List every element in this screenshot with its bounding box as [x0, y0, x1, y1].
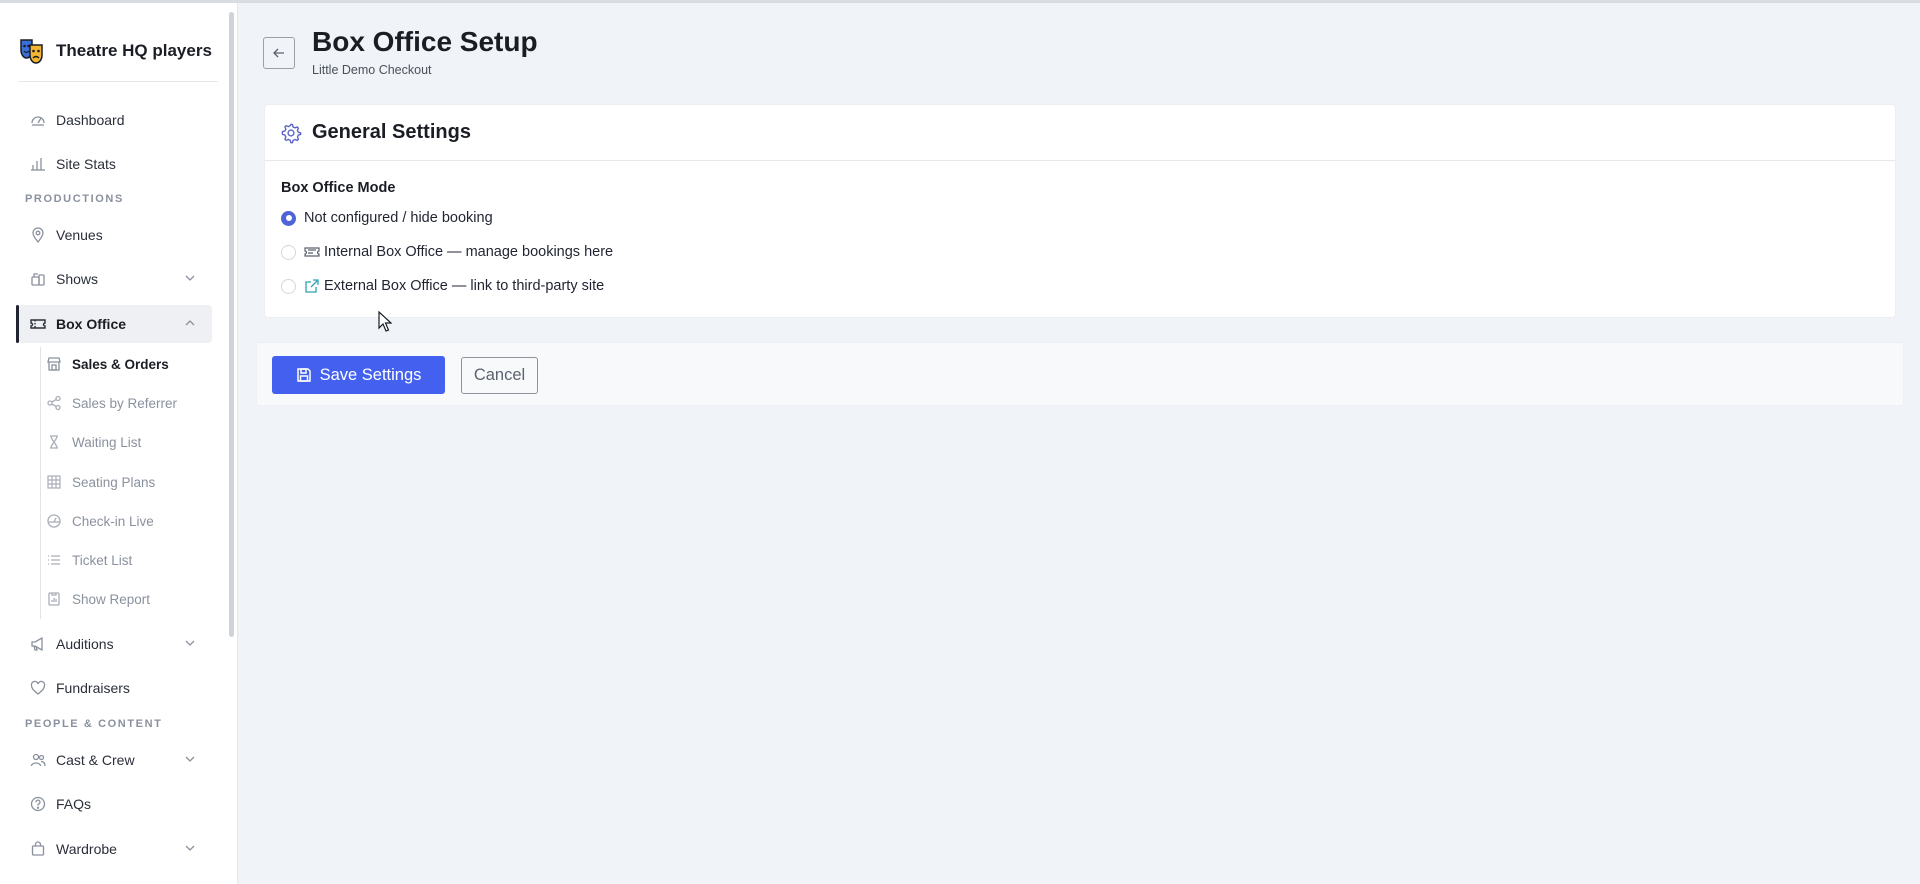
section-label-people-content: PEOPLE & CONTENT: [25, 718, 163, 730]
sidebar-item-label: Site Stats: [56, 156, 116, 172]
sidebar-subitem-waiting-list[interactable]: Waiting List: [46, 425, 216, 459]
chevron-up-icon: [185, 320, 195, 326]
radio-label: Not configured / hide booking: [304, 210, 493, 226]
sidebar-item-label: Venues: [56, 227, 103, 243]
radio-external-box-office[interactable]: [281, 278, 296, 294]
sidebar-subitem-label: Check-in Live: [72, 513, 154, 529]
sidebar-subitem-label: Sales by Referrer: [72, 395, 178, 411]
sidebar-item-label: Dashboard: [56, 112, 125, 128]
chevron-down-icon: [185, 640, 195, 646]
chevron-down-icon: [185, 756, 195, 762]
chevron-down-icon: [185, 275, 195, 281]
card-header: General Settings: [265, 105, 1895, 161]
bar-chart-icon: [30, 156, 46, 172]
box-office-mode-label: Box Office Mode: [281, 180, 396, 196]
sidebar-subitem-label: Sales & Orders: [72, 356, 169, 372]
store-icon: [46, 356, 62, 372]
chevron-down-icon: [185, 845, 195, 851]
question-icon: [30, 796, 46, 812]
sidebar-item-shows[interactable]: Shows: [18, 260, 212, 298]
list-icon: [46, 552, 62, 568]
sidebar-subitem-ticket-list[interactable]: Ticket List: [46, 543, 216, 577]
brand[interactable]: Theatre HQ players: [18, 37, 212, 65]
save-settings-label: Save Settings: [319, 365, 422, 384]
sidebar-subitem-label: Seating Plans: [72, 474, 156, 490]
sidebar: Theatre HQ players Dashboard Site Stats …: [0, 3, 238, 884]
brand-divider: [18, 81, 218, 82]
radio-option-internal-box-office[interactable]: Internal Box Office — manage bookings he…: [281, 244, 613, 260]
sidebar-item-venues[interactable]: Venues: [18, 216, 212, 254]
sidebar-item-label: Fundraisers: [56, 680, 130, 696]
sidebar-subitem-show-report[interactable]: Show Report: [46, 582, 216, 616]
sidebar-subitem-label: Ticket List: [72, 552, 133, 568]
bag-icon: [30, 841, 46, 857]
radio-label: External Box Office — link to third-part…: [324, 278, 605, 294]
sidebar-item-site-stats[interactable]: Site Stats: [18, 145, 212, 183]
gear-icon: [281, 123, 302, 143]
dashboard-icon: [30, 112, 46, 128]
sidebar-item-label: Wardrobe: [56, 841, 117, 857]
card-title: General Settings: [312, 121, 471, 143]
radio-option-not-configured[interactable]: Not configured / hide booking: [281, 210, 493, 226]
sidebar-item-dashboard[interactable]: Dashboard: [18, 101, 212, 139]
sidebar-item-cast-crew[interactable]: Cast & Crew: [18, 741, 212, 779]
sidebar-item-label: FAQs: [56, 796, 92, 812]
window-top-border: [0, 0, 1920, 3]
submenu-guide-line: [40, 347, 41, 619]
cancel-button[interactable]: Cancel: [461, 357, 538, 394]
save-settings-button[interactable]: Save Settings: [272, 356, 445, 394]
map-pin-icon: [30, 227, 46, 243]
sidebar-subitem-label: Waiting List: [72, 434, 142, 450]
report-icon: [46, 591, 62, 607]
sidebar-scrollbar[interactable]: [229, 12, 234, 637]
sidebar-item-box-office[interactable]: Box Office: [16, 305, 212, 343]
sidebar-item-label: Box Office: [56, 316, 127, 332]
ticket-icon: [304, 244, 320, 260]
people-icon: [30, 271, 46, 287]
save-icon: [296, 368, 311, 382]
back-button[interactable]: [263, 37, 295, 69]
sidebar-subitem-check-in-live[interactable]: Check-in Live: [46, 504, 216, 538]
sidebar-item-auditions[interactable]: Auditions: [18, 625, 212, 663]
heart-icon: [30, 680, 46, 696]
people-icon: [30, 752, 46, 768]
ticket-icon: [30, 316, 46, 332]
arrow-left-icon: [273, 48, 284, 58]
radio-label: Internal Box Office — manage bookings he…: [324, 244, 614, 260]
share-icon: [46, 395, 62, 411]
external-link-icon: [304, 278, 320, 294]
grid-icon: [46, 474, 62, 490]
sidebar-item-label: Auditions: [56, 636, 114, 652]
sidebar-item-fundraisers[interactable]: Fundraisers: [18, 669, 212, 707]
sidebar-item-label: Shows: [56, 271, 99, 287]
general-settings-card: General Settings Box Office Mode Not con…: [264, 104, 1896, 318]
radio-option-external-box-office[interactable]: External Box Office — link to third-part…: [281, 278, 604, 294]
hourglass-icon: [46, 434, 62, 450]
gauge-icon: [46, 513, 62, 529]
brand-name: Theatre HQ players: [56, 41, 212, 60]
sidebar-subitem-seating-plans[interactable]: Seating Plans: [46, 465, 216, 499]
mouse-cursor-icon: [378, 311, 392, 332]
sidebar-subitem-sales-orders[interactable]: Sales & Orders: [46, 347, 216, 381]
page-title: Box Office Setup: [312, 26, 538, 57]
theatre-masks-icon: [20, 39, 43, 64]
form-actions-bar: Save Settings Cancel: [256, 342, 1904, 406]
sidebar-subitem-label: Show Report: [72, 591, 151, 607]
page-subtitle: Little Demo Checkout: [312, 63, 432, 77]
sidebar-item-wardrobe[interactable]: Wardrobe: [18, 830, 212, 868]
radio-not-configured[interactable]: [281, 210, 296, 226]
sidebar-item-faqs[interactable]: FAQs: [18, 785, 212, 823]
sidebar-subitem-sales-by-referrer[interactable]: Sales by Referrer: [46, 386, 216, 420]
radio-internal-box-office[interactable]: [281, 244, 296, 260]
megaphone-icon: [30, 636, 46, 652]
sidebar-item-label: Cast & Crew: [56, 752, 135, 768]
section-label-productions: PRODUCTIONS: [25, 193, 124, 205]
